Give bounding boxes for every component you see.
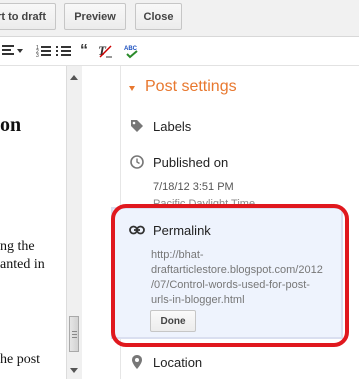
post-settings-title: Post settings: [145, 78, 237, 95]
remove-format-icon[interactable]: T: [97, 42, 113, 60]
location-pin-icon: [129, 354, 145, 370]
heading-fragment: on: [0, 114, 22, 136]
preview-button[interactable]: Preview: [64, 3, 126, 30]
editor-line: anted in: [0, 257, 45, 272]
revert-to-draft-label: rt to draft: [0, 10, 46, 23]
spellcheck-icon[interactable]: ABC: [124, 42, 140, 60]
published-date: 7/18/12 3:51 PM: [153, 181, 234, 193]
editor-scrollbar[interactable]: [66, 66, 82, 379]
highlight-annotation: [111, 204, 349, 347]
labels-label: Labels: [153, 118, 192, 134]
location-label: Location: [153, 354, 203, 370]
bulleted-list-icon[interactable]: [56, 42, 72, 60]
close-label: Close: [143, 10, 174, 23]
close-button[interactable]: Close: [135, 3, 182, 30]
svg-text:3: 3: [36, 53, 39, 58]
quote-icon[interactable]: “: [77, 42, 91, 60]
scroll-up-arrow-icon[interactable]: [70, 75, 78, 80]
scrollbar-thumb[interactable]: [69, 316, 79, 352]
scroll-down-arrow-icon[interactable]: [70, 368, 78, 373]
tag-icon: [129, 118, 145, 134]
clock-icon: [129, 154, 145, 170]
editor-top-toolbar: rt to draft Preview Close: [0, 0, 359, 37]
revert-to-draft-button[interactable]: rt to draft: [0, 3, 56, 30]
post-editor[interactable]: on ng the anted in he post: [0, 66, 66, 379]
published-on-section[interactable]: Published on: [129, 154, 228, 170]
editor-line: he post: [0, 352, 41, 367]
editor-line: ng the: [0, 239, 35, 254]
preview-label: Preview: [74, 10, 116, 23]
labels-section[interactable]: Labels: [129, 118, 191, 134]
published-on-label: Published on: [153, 154, 229, 170]
post-settings-header[interactable]: Post settings: [129, 78, 237, 96]
location-section[interactable]: Location: [129, 354, 202, 370]
align-icon[interactable]: [2, 42, 26, 60]
collapse-triangle-icon: [129, 85, 135, 91]
formatting-toolbar: 1 2 3 “ T ABC: [0, 37, 359, 66]
numbered-list-icon[interactable]: 1 2 3: [36, 42, 52, 60]
